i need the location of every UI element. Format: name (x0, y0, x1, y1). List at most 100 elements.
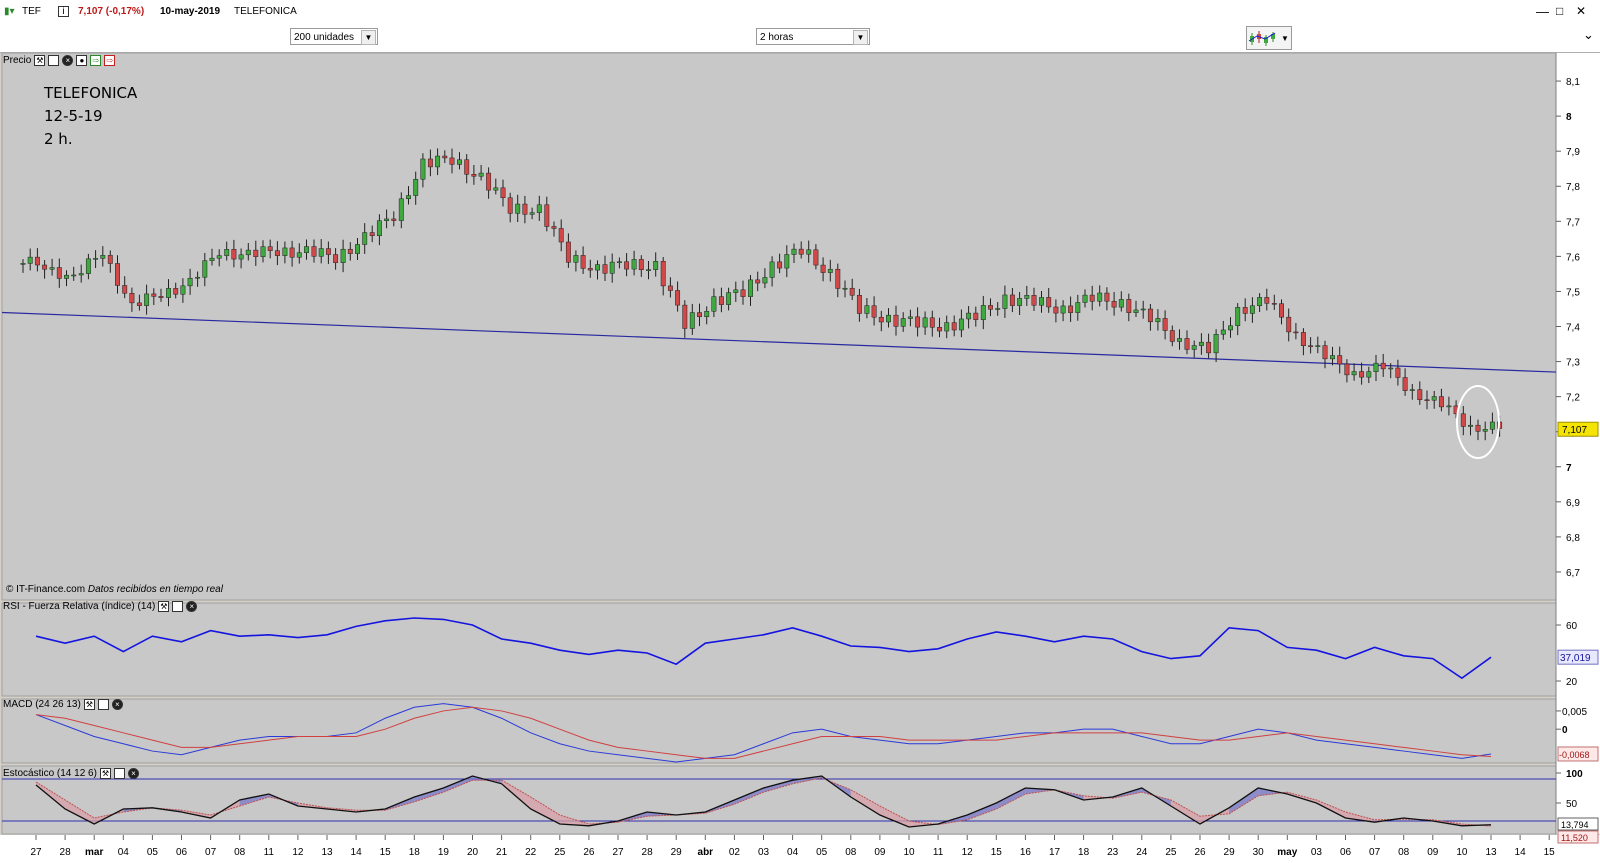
x-tick-label: 10 (1456, 847, 1468, 858)
candle-up (1213, 334, 1219, 354)
close-icon[interactable]: × (111, 699, 123, 710)
chart-style-button[interactable]: ▼ (1246, 26, 1292, 50)
candle-up (49, 267, 55, 270)
candle-down (558, 228, 564, 243)
x-tick-label: 12 (292, 847, 304, 858)
candle-down (1169, 330, 1175, 342)
candle-up (573, 255, 579, 263)
candle-down (107, 255, 113, 264)
candle-down (56, 267, 62, 279)
candle-up (27, 256, 33, 264)
candle-down (1009, 294, 1015, 306)
x-tick-label: 16 (1020, 847, 1032, 858)
candle-up (1133, 309, 1139, 313)
x-tick-label: 25 (554, 847, 566, 858)
interval-select[interactable]: 2 horas ▼ (756, 28, 870, 45)
candle-down (777, 261, 783, 269)
annotation-line-1: TELEFONICA (44, 84, 138, 102)
candle-down (1438, 396, 1444, 408)
candle-down (391, 218, 397, 221)
x-tick-label: 18 (409, 847, 421, 858)
x-tick-label: 23 (1107, 847, 1119, 858)
units-select[interactable]: 200 unidades ▼ (290, 28, 378, 45)
candle-up (245, 249, 251, 256)
x-tick-label: 08 (1398, 847, 1410, 858)
price-tick-label: 6,8 (1566, 533, 1580, 544)
x-tick-label: 25 (1165, 847, 1177, 858)
wrench-icon[interactable]: ⚒ (34, 55, 46, 66)
x-tick-label: 08 (845, 847, 857, 858)
candle-up (958, 318, 964, 331)
candle-down (1359, 371, 1365, 378)
candle-up (1489, 421, 1495, 430)
candle-up (435, 155, 441, 168)
close-icon[interactable]: × (186, 601, 198, 612)
svg-text:▼: ▼ (1281, 34, 1289, 43)
chart-icon[interactable]: ▮▾ (4, 6, 15, 17)
wrench-icon[interactable]: ⚒ (83, 699, 95, 710)
close-icon[interactable]: ✕ (1576, 4, 1586, 18)
candle-down (1308, 345, 1314, 347)
candle-down (427, 158, 433, 168)
x-tick-label: 15 (1544, 847, 1556, 858)
stoch-pane-header: Estocástico (14 12 6) ⚒ × (3, 768, 139, 779)
quote-date: 10-may-2019 (160, 6, 221, 17)
candle-down (1111, 300, 1117, 308)
candle-up (100, 255, 106, 259)
credit-source: © IT-Finance.com (6, 584, 86, 595)
x-tick-label: 28 (642, 847, 654, 858)
candle-up (420, 158, 426, 180)
export-icon[interactable]: ⇨ (90, 55, 102, 66)
credit-note: Datos recibidos en tiempo real (87, 584, 223, 595)
candle-up (631, 259, 637, 270)
candle-up (406, 195, 411, 200)
info-icon[interactable]: i (58, 6, 69, 17)
price-tick-label: 7,2 (1566, 393, 1580, 404)
candle-down (1206, 341, 1212, 354)
window-icon[interactable] (97, 699, 109, 710)
candle-up (1366, 371, 1372, 378)
wrench-icon[interactable]: ⚒ (158, 601, 170, 612)
close-icon[interactable]: × (127, 768, 139, 779)
chevron-down-icon[interactable]: ▼ (361, 30, 376, 45)
candle-up (1140, 308, 1146, 311)
candle-up (1373, 362, 1379, 372)
candle-down (42, 264, 48, 270)
price-tick-label: 7,5 (1566, 287, 1580, 298)
x-tick-label: 22 (525, 847, 537, 858)
close-icon[interactable]: × (62, 55, 74, 66)
settings-icon[interactable]: ● (76, 55, 88, 66)
candle-up (318, 248, 324, 257)
maximize-icon[interactable]: □ (1556, 4, 1563, 18)
candle-up (1482, 429, 1488, 432)
candle-down (697, 312, 702, 317)
candle-up (806, 249, 812, 255)
panel-chevron-icon[interactable]: ⌄ (1583, 27, 1594, 43)
minimize-icon[interactable]: — (1536, 4, 1549, 19)
window-icon[interactable] (113, 768, 125, 779)
macd-tick-label: 0,005 (1562, 707, 1587, 718)
exit-icon[interactable]: ⇨ (104, 55, 116, 66)
x-tick-label: 10 (903, 847, 915, 858)
candle-down (1460, 413, 1466, 427)
price-tick-label: 7,3 (1566, 358, 1580, 369)
candle-up (64, 274, 69, 279)
candle-up (384, 218, 390, 221)
annotation-line-3: 2 h. (44, 130, 73, 148)
chevron-down-icon[interactable]: ▼ (853, 30, 868, 45)
wrench-icon[interactable]: ⚒ (99, 768, 111, 779)
candle-up (769, 261, 775, 278)
x-tick-label: 17 (1049, 847, 1061, 858)
ticker-label[interactable]: TEF (22, 6, 41, 17)
candle-up (195, 276, 201, 279)
candle-down (449, 157, 455, 165)
candle-down (1337, 355, 1343, 365)
price-tick-label: 6,7 (1566, 568, 1580, 579)
stoch-d-label: 11,520 (1561, 833, 1588, 843)
candle-up (784, 254, 790, 269)
company-name: TELEFONICA (234, 6, 297, 17)
window-icon[interactable] (48, 55, 60, 66)
candle-down (820, 264, 826, 273)
window-icon[interactable] (172, 601, 184, 612)
candle-up (1060, 305, 1066, 314)
